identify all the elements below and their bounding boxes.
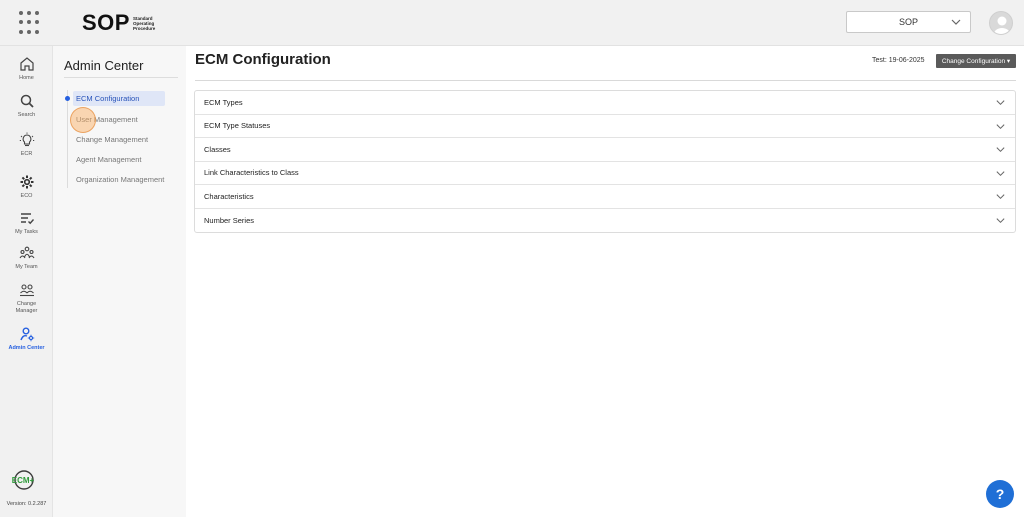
chevron-down-icon	[996, 194, 1005, 200]
team-icon	[19, 246, 34, 259]
gear-icon	[20, 175, 33, 189]
panel-nav-line	[67, 90, 68, 188]
tasks-icon	[20, 213, 34, 225]
sub-item-organization-management[interactable]: Organization Management	[73, 172, 167, 187]
accordion-characteristics[interactable]: Characteristics	[195, 185, 1015, 209]
sub-item-change-management[interactable]: Change Management	[73, 132, 151, 147]
page-title: ECM Configuration	[195, 51, 331, 68]
change-configuration-button[interactable]: Change Configuration ▾	[936, 54, 1016, 68]
icon-rail: Home Search ECR ECO My Tasks My Team Cha…	[0, 46, 53, 517]
lightbulb-icon	[19, 132, 34, 147]
accordion-number-series[interactable]: Number Series	[195, 209, 1015, 233]
sub-item-agent-management[interactable]: Agent Management	[73, 152, 144, 167]
chevron-down-icon	[996, 147, 1005, 153]
title-divider	[195, 80, 1016, 81]
rail-item-admin-center[interactable]: Admin Center	[0, 326, 53, 352]
cursor-highlight	[70, 107, 96, 133]
configuration-accordion: ECM Types ECM Type Statuses Classes Link…	[194, 90, 1016, 233]
app-version: Version: 0.2.287	[6, 501, 47, 507]
sub-item-ecm-configuration[interactable]: ECM Configuration	[73, 91, 165, 106]
organization-select[interactable]: SOP	[846, 11, 971, 33]
user-avatar-icon[interactable]	[989, 11, 1013, 35]
accordion-link-characteristics[interactable]: Link Characteristics to Class	[195, 162, 1015, 185]
rail-item-eco[interactable]: ECO	[0, 174, 53, 200]
chevron-down-icon	[996, 170, 1005, 176]
accordion-ecm-types[interactable]: ECM Types	[195, 91, 1015, 115]
environment-date-label: Test: 19-06-2025	[872, 57, 925, 64]
home-icon	[19, 57, 34, 71]
rail-item-my-team[interactable]: My Team	[0, 245, 53, 271]
panel-title: Admin Center	[64, 58, 144, 73]
admin-icon	[19, 327, 34, 342]
chevron-down-icon	[996, 100, 1005, 106]
rail-item-home[interactable]: Home	[0, 56, 53, 82]
logo-text: SOP	[82, 10, 130, 35]
search-icon	[20, 94, 34, 108]
change-manager-icon	[19, 284, 34, 297]
organization-select-value: SOP	[898, 17, 918, 27]
ecm-logo-icon: ECM+	[12, 470, 35, 490]
chevron-down-icon	[996, 123, 1005, 129]
top-header: SOP Standard Operating Procedure SOP	[0, 0, 1024, 46]
accordion-classes[interactable]: Classes	[195, 138, 1015, 162]
logo-subtitle: Standard Operating Procedure	[132, 15, 156, 31]
active-indicator-dot	[65, 96, 70, 101]
panel-divider	[64, 77, 178, 78]
rail-item-ecr[interactable]: ECR	[0, 132, 53, 158]
apps-grid-icon[interactable]	[19, 11, 43, 35]
help-button[interactable]: ?	[986, 480, 1014, 508]
chevron-down-icon	[951, 19, 961, 25]
svg-text:ECM+: ECM+	[12, 476, 35, 485]
rail-item-my-tasks[interactable]: My Tasks	[0, 210, 53, 236]
rail-item-change-manager[interactable]: Change Manager	[0, 282, 53, 315]
chevron-down-icon	[996, 217, 1005, 223]
app-logo: SOP Standard Operating Procedure	[82, 10, 173, 36]
rail-item-search[interactable]: Search	[0, 93, 53, 119]
accordion-ecm-type-statuses[interactable]: ECM Type Statuses	[195, 115, 1015, 138]
